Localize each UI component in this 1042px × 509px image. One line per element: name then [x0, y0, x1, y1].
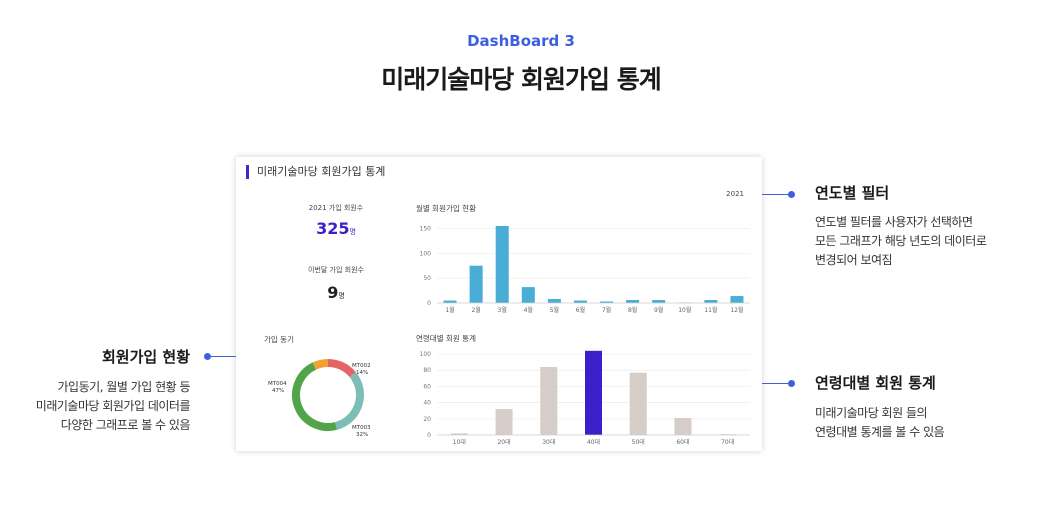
y-tick-label: 50 — [423, 275, 431, 282]
donut-slice — [292, 362, 337, 431]
x-tick-label: 20대 — [497, 438, 510, 446]
monthly-bar-chart: 0 50 100 150 1월 2월 3월 4월 5월 6월 7월 8월 9월 10월 11월 12월 — [420, 225, 750, 314]
donut-slice — [312, 359, 329, 370]
x-tick-label: 5월 — [550, 306, 559, 314]
bar — [547, 299, 561, 303]
y-tick-label: 60 — [423, 383, 431, 390]
year-filter-heading: 연도별 필터 — [815, 184, 890, 202]
x-tick-label: 50대 — [632, 438, 645, 446]
motive-donut-chart: MT00214%MT00332%MT00447% — [268, 359, 371, 438]
x-tick-label: 4월 — [524, 306, 533, 314]
x-tick-label: 1월 — [445, 306, 454, 314]
x-tick-label: 10월 — [678, 306, 691, 314]
panel-title: 미래기술마당 회원가입 통계 — [246, 165, 385, 179]
y-tick-label: 0 — [427, 432, 431, 439]
bar — [521, 287, 535, 303]
y-tick-label: 100 — [420, 351, 432, 358]
y-tick-label: 20 — [423, 416, 431, 423]
bar — [626, 300, 640, 303]
signup-status-desc: 가입동기, 월별 가입 현황 등 미래기술마당 회원가입 데이터를 다양한 그래… — [35, 380, 191, 432]
year-filter-dot — [788, 191, 795, 198]
x-tick-label: 3월 — [498, 306, 507, 314]
yearly-signup-value: 325명 — [316, 219, 356, 238]
slice-label: MT002 — [352, 363, 371, 369]
bar — [629, 372, 647, 435]
y-tick-label: 0 — [427, 300, 431, 307]
y-tick-label: 100 — [420, 250, 432, 257]
x-tick-label: 2월 — [471, 306, 480, 314]
donut-slice — [334, 372, 364, 430]
bar — [495, 225, 509, 303]
monthly-signup-value: 9명 — [327, 283, 345, 302]
x-tick-label: 8월 — [628, 306, 637, 314]
signup-status-heading: 회원가입 현황 — [101, 348, 190, 366]
donut-slice — [327, 359, 356, 378]
page-title: 미래기술마당 회원가입 통계 — [381, 65, 661, 94]
dashboard-panel: 미래기술마당 회원가입 통계 2021 2021 가입 회원수 325명 이번달… — [236, 157, 762, 451]
y-tick-label: 150 — [420, 225, 432, 232]
x-tick-label: 12월 — [730, 306, 743, 314]
age-stats-desc: 미래기술마당 회원 들의 연령대별 통계를 볼 수 있음 — [815, 406, 945, 439]
signup-status-dot — [204, 353, 211, 360]
monthly-signup-label: 이번달 가입 회원수 — [308, 266, 364, 274]
bar — [469, 265, 483, 303]
x-tick-label: 70대 — [721, 438, 734, 446]
year-filter[interactable]: 2021 — [726, 190, 744, 198]
bar — [495, 409, 513, 435]
slice-label: MT004 — [268, 381, 287, 387]
x-tick-label: 6월 — [576, 306, 585, 314]
y-tick-label: 80 — [423, 367, 431, 374]
x-tick-label: 9월 — [654, 306, 663, 314]
slice-percent: 47% — [272, 388, 284, 394]
slice-percent: 32% — [356, 432, 368, 438]
bar — [573, 300, 587, 303]
signup-status-connector — [208, 356, 236, 357]
age-stats-heading: 연령대별 회원 통계 — [815, 374, 936, 392]
x-tick-label: 7월 — [602, 306, 611, 314]
slice-label: MT003 — [352, 425, 371, 431]
bar — [652, 300, 666, 303]
bar — [704, 300, 718, 303]
age-stats-dot — [788, 380, 795, 387]
x-tick-label: 40대 — [587, 438, 600, 446]
age-chart-title: 연령대별 회원 통계 — [416, 334, 476, 343]
y-tick-label: 40 — [423, 400, 431, 407]
x-tick-label: 60대 — [676, 438, 689, 446]
year-filter-desc: 연도별 필터를 사용자가 선택하면 모든 그래프가 해당 년도의 데이터로 변경… — [815, 215, 987, 267]
yearly-signup-label: 2021 가입 회원수 — [308, 204, 364, 212]
dashboard-subtitle: DashBoard 3 — [467, 32, 575, 50]
bar — [730, 296, 744, 303]
bar — [674, 418, 692, 435]
x-tick-label: 10대 — [453, 438, 466, 446]
x-tick-label: 11월 — [704, 306, 717, 314]
x-tick-label: 30대 — [542, 438, 555, 446]
age-bar-chart: 0 20 40 60 80 100 10대 20대 30대 40대 50대 60대 70대 — [420, 350, 750, 446]
bar — [540, 367, 558, 435]
bar — [443, 300, 457, 303]
bar — [585, 350, 602, 435]
